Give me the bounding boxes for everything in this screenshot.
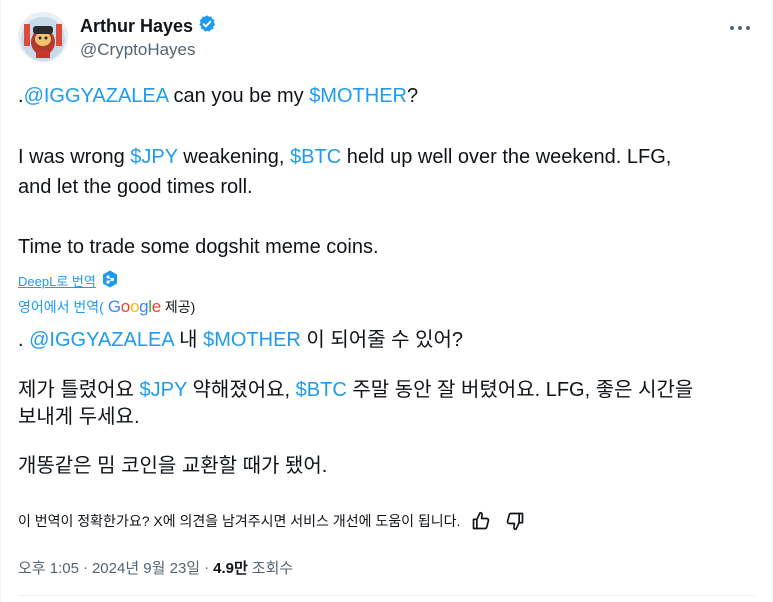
cashtag-link[interactable]: $JPY — [140, 379, 187, 401]
deepl-icon — [102, 270, 118, 291]
display-name[interactable]: Arthur Hayes — [80, 16, 193, 37]
translation-line-2: 제가 틀렸어요 $JPY 약해졌어요, $BTC 주말 동안 잘 버텼어요. L… — [18, 379, 694, 401]
cashtag-link[interactable]: $JPY — [130, 146, 177, 168]
translation-feedback: 이 번역이 정확한가요? X에 의견을 남겨주시면 서비스 개선에 도움이 됩니… — [18, 510, 528, 532]
tweet-line-4: Time to trade some dogshit meme coins. — [18, 236, 379, 258]
translation-line-4: 개똥같은 밈 코인을 교환할 때가 됐어. — [18, 455, 328, 477]
feedback-question: 이 번역이 정확한가요? X에 의견을 남겨주시면 서비스 개선에 도움이 됩니… — [18, 513, 461, 529]
avatar[interactable] — [18, 12, 68, 62]
thumbs-down-icon[interactable] — [502, 510, 528, 532]
mention-link[interactable]: @IGGYAZALEA — [24, 85, 168, 107]
google-logo: Google — [107, 297, 161, 316]
cashtag-link[interactable]: $MOTHER — [309, 85, 407, 107]
mention-link[interactable]: @IGGYAZALEA — [29, 329, 173, 351]
tweet-meta: 오후 1:05 · 2024년 9월 23일 · 4.9만 조회수 — [18, 557, 294, 578]
verified-badge-icon — [197, 14, 217, 39]
tweet-date[interactable]: 2024년 9월 23일 — [92, 557, 200, 578]
tweet-line-2: I was wrong $JPY weakening, $BTC held up… — [18, 146, 672, 168]
tweet-header: Arthur Hayes @CryptoHayes — [18, 12, 755, 64]
deepl-translate-link[interactable]: DeepL로 번역 — [18, 270, 118, 291]
tweet-line-3: and let the good times roll. — [18, 176, 253, 198]
tweet-time[interactable]: 오후 1:05 — [18, 557, 79, 578]
cashtag-link[interactable]: $BTC — [290, 146, 341, 168]
more-icon[interactable] — [725, 16, 755, 40]
view-count-label: 조회수 — [251, 560, 294, 577]
cashtag-link[interactable]: $MOTHER — [203, 329, 301, 351]
bottom-divider — [18, 595, 755, 596]
cashtag-link[interactable]: $BTC — [296, 379, 347, 401]
view-count: 4.9만 — [213, 560, 248, 577]
author-handle[interactable]: @CryptoHayes — [80, 40, 196, 60]
tweet-line-1: .@IGGYAZALEA can you be my $MOTHER? — [18, 85, 419, 107]
translated-by-note: 영어에서 번역( Google 제공) — [18, 297, 196, 317]
translated-from-link[interactable]: 영어에서 번역( — [18, 297, 104, 317]
thumbs-up-icon[interactable] — [468, 510, 494, 532]
translation-line-1: . @IGGYAZALEA 내 $MOTHER 이 되어줄 수 있어? — [18, 329, 464, 351]
translation-line-3: 보내게 두세요. — [18, 406, 140, 428]
left-border — [0, 0, 1, 602]
